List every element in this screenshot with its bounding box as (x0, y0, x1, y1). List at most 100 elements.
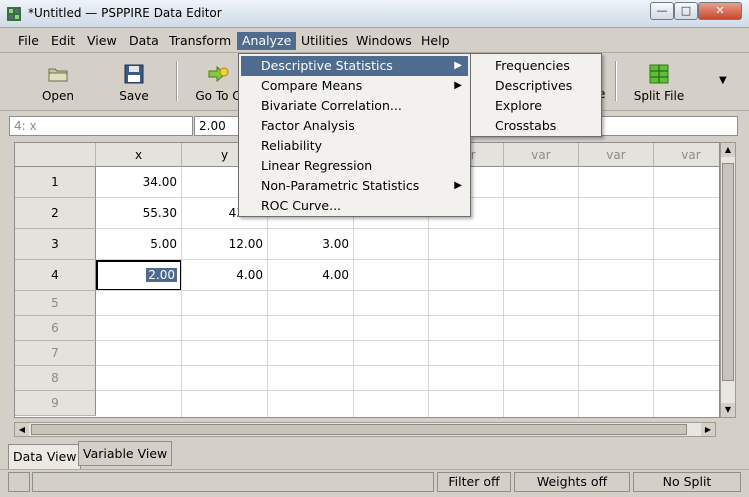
grid-line (96, 340, 719, 341)
row-header[interactable]: 1 (15, 167, 96, 198)
grid-line (96, 259, 719, 260)
column-header-x[interactable]: x (96, 143, 182, 167)
grid-line (181, 167, 182, 417)
split-file-icon (649, 64, 669, 84)
submenu-arrow-icon: ▶ (454, 180, 462, 191)
row-header[interactable]: 2 (15, 198, 96, 229)
row-header[interactable]: 7 (15, 341, 96, 366)
menu-edit[interactable]: Edit (46, 32, 80, 50)
menu-item-bivariate-correlation[interactable]: Bivariate Correlation... (241, 96, 468, 116)
row-header[interactable]: 5 (15, 291, 96, 316)
menu-item-compare-means[interactable]: Compare Means ▶ (241, 76, 468, 96)
grid-line (96, 315, 719, 316)
menu-utilities[interactable]: Utilities (296, 32, 353, 50)
tab-data-view[interactable]: Data View (8, 444, 82, 469)
menu-item-label: Bivariate Correlation... (261, 98, 402, 113)
menu-item-label: Descriptive Statistics (261, 58, 393, 73)
menu-item-label: Compare Means (261, 78, 363, 93)
horizontal-scroll-thumb[interactable] (31, 424, 687, 435)
title-bar: *Untitled — PSPPIRE Data Editor — □ ✕ (0, 0, 749, 28)
row-header[interactable]: 8 (15, 366, 96, 391)
menu-item-descriptive-statistics[interactable]: Descriptive Statistics ▶ (241, 56, 468, 76)
status-cell-message (32, 472, 434, 492)
grid-line (96, 228, 719, 229)
menu-transform[interactable]: Transform (164, 32, 236, 50)
menu-item-reliability[interactable]: Reliability (241, 136, 468, 156)
status-split: No Split (633, 472, 741, 492)
menu-item-label: Linear Regression (261, 158, 373, 173)
menu-bar: File Edit View Data Transform Analyze Ut… (0, 29, 749, 53)
selected-cell-value: 2.00 (146, 268, 177, 282)
open-label: Open (41, 89, 75, 103)
column-header-var[interactable]: var (654, 143, 719, 167)
cell-reference-field[interactable]: 4: x (9, 116, 193, 136)
submenu-arrow-icon: ▶ (454, 80, 462, 91)
minimize-button[interactable]: — (650, 2, 674, 20)
menu-item-label: ROC Curve... (261, 198, 342, 213)
data-cell[interactable]: 3.00 (268, 229, 354, 260)
data-cell[interactable]: 4.00 (182, 260, 268, 291)
window-title: *Untitled — PSPPIRE Data Editor (28, 6, 222, 20)
column-header-var[interactable]: var (579, 143, 654, 167)
maximize-button[interactable]: □ (674, 2, 698, 20)
menu-item-frequencies[interactable]: Frequencies (473, 56, 599, 76)
menu-item-factor-analysis[interactable]: Factor Analysis (241, 116, 468, 136)
data-cell[interactable]: 5.00 (96, 229, 182, 260)
vertical-scrollbar[interactable]: ▲ ▼ (720, 142, 736, 418)
menu-item-label: Reliability (261, 138, 323, 153)
save-icon (124, 64, 144, 84)
vertical-scroll-thumb[interactable] (722, 163, 734, 381)
app-icon (7, 7, 21, 21)
toolbar-separator (615, 61, 617, 101)
row-header[interactable]: 4 (15, 260, 96, 291)
corner-header (15, 143, 96, 167)
grid-line (96, 365, 719, 366)
menu-item-descriptives[interactable]: Descriptives (473, 76, 599, 96)
menu-view[interactable]: View (82, 32, 122, 50)
descriptive-statistics-submenu: Frequencies Descriptives Explore Crossta… (470, 53, 602, 137)
menu-item-non-parametric-statistics[interactable]: Non-Parametric Statistics ▶ (241, 176, 468, 196)
scroll-down-arrow-icon[interactable]: ▼ (721, 403, 735, 417)
scroll-right-arrow-icon[interactable]: ▶ (701, 423, 715, 436)
grid-line (96, 390, 719, 391)
menu-item-label: Factor Analysis (261, 118, 355, 133)
menu-item-explore[interactable]: Explore (473, 96, 599, 116)
open-icon (48, 68, 68, 82)
menu-help[interactable]: Help (416, 32, 455, 50)
data-cell[interactable]: 55.30 (96, 198, 182, 229)
grid-line (578, 167, 579, 417)
status-cell-blank (8, 472, 30, 492)
menu-analyze[interactable]: Analyze (237, 32, 297, 50)
menu-data[interactable]: Data (124, 32, 164, 50)
scroll-up-arrow-icon[interactable]: ▲ (721, 143, 735, 157)
selected-cell[interactable]: 2.00 (96, 260, 182, 291)
status-filter: Filter off (437, 472, 511, 492)
toolbar-overflow-icon[interactable]: ▼ (719, 75, 727, 86)
row-header[interactable]: 6 (15, 316, 96, 341)
menu-item-linear-regression[interactable]: Linear Regression (241, 156, 468, 176)
close-button[interactable]: ✕ (698, 2, 742, 20)
menu-item-crosstabs[interactable]: Crosstabs (473, 116, 599, 136)
open-button[interactable]: Open (23, 59, 93, 107)
row-header[interactable]: 9 (15, 391, 96, 416)
row-header[interactable]: 3 (15, 229, 96, 260)
split-file-button[interactable]: Split File (624, 59, 694, 107)
data-cell[interactable]: 4.00 (268, 260, 354, 291)
menu-file[interactable]: File (13, 32, 44, 50)
menu-item-label: Non-Parametric Statistics (261, 178, 420, 193)
status-bar: Filter off Weights off No Split (0, 469, 749, 497)
column-header-var[interactable]: var (504, 143, 579, 167)
grid-line (96, 290, 719, 291)
save-label: Save (119, 89, 149, 103)
menu-item-roc-curve[interactable]: ROC Curve... (241, 196, 468, 216)
split-file-label: Split File (633, 89, 685, 103)
grid-line (653, 167, 654, 417)
menu-windows[interactable]: Windows (351, 32, 417, 50)
grid-line (503, 167, 504, 417)
scroll-left-arrow-icon[interactable]: ◀ (15, 423, 29, 436)
data-cell[interactable]: 34.00 (96, 167, 182, 198)
save-button[interactable]: Save (99, 59, 169, 107)
data-cell[interactable]: 12.00 (182, 229, 268, 260)
tab-variable-view[interactable]: Variable View (78, 441, 173, 466)
horizontal-scrollbar[interactable]: ◀ ▶ (14, 422, 716, 437)
